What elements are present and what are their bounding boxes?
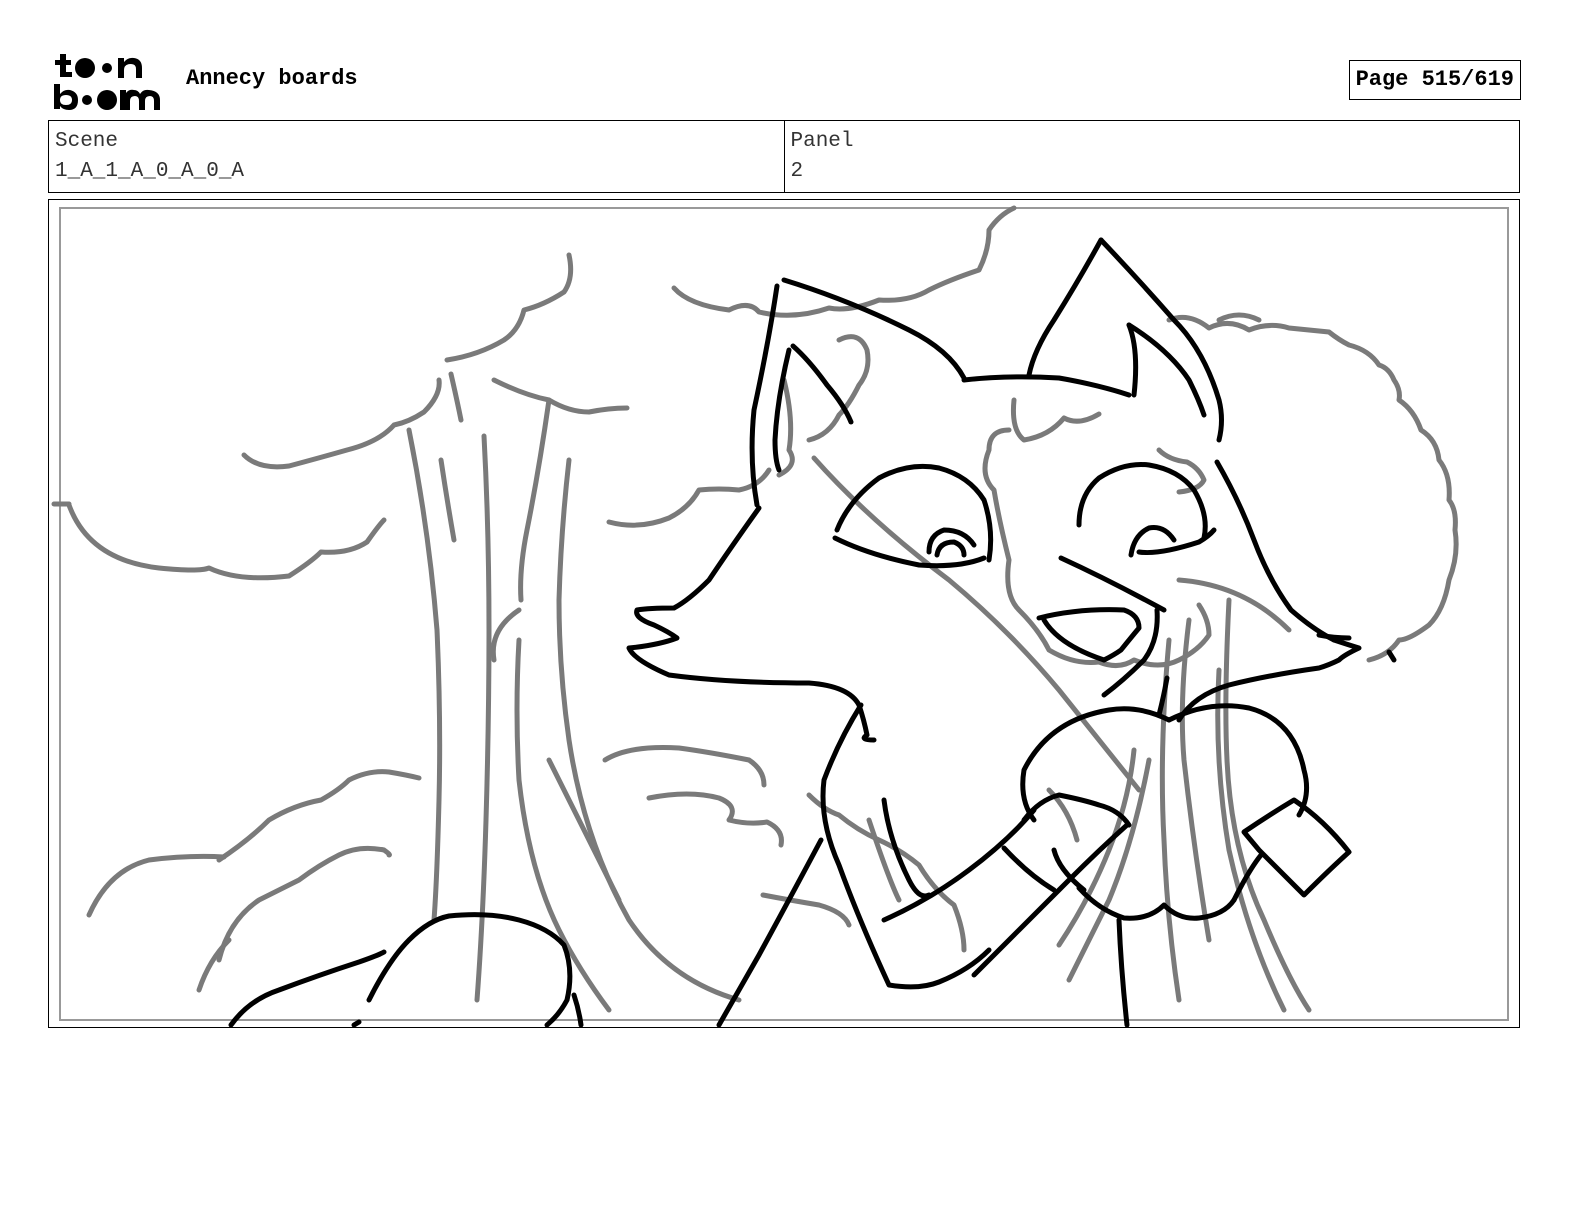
document-title: Annecy boards <box>186 66 358 91</box>
scene-label: Scene <box>55 130 119 153</box>
panel-value: 2 <box>790 160 804 183</box>
storyboard-sketch <box>51 205 1509 1027</box>
scene-panel-table: Scene 1_A_1_A_0_A_0_A Panel 2 <box>48 120 1520 193</box>
rough-background-sketch <box>51 205 1459 1013</box>
toonboom-logo-graphic <box>54 54 160 110</box>
scene-cell: Scene 1_A_1_A_0_A_0_A <box>49 121 784 192</box>
scene-value: 1_A_1_A_0_A_0_A <box>55 160 245 183</box>
panel-cell: Panel 2 <box>783 121 1520 192</box>
character-ink-drawing <box>228 237 1397 1027</box>
storyboard-panel-frame <box>48 199 1520 1028</box>
page-number-box: Page 515/619 <box>1348 60 1521 100</box>
panel-label: Panel <box>790 130 854 153</box>
toonboom-logo <box>52 52 164 112</box>
